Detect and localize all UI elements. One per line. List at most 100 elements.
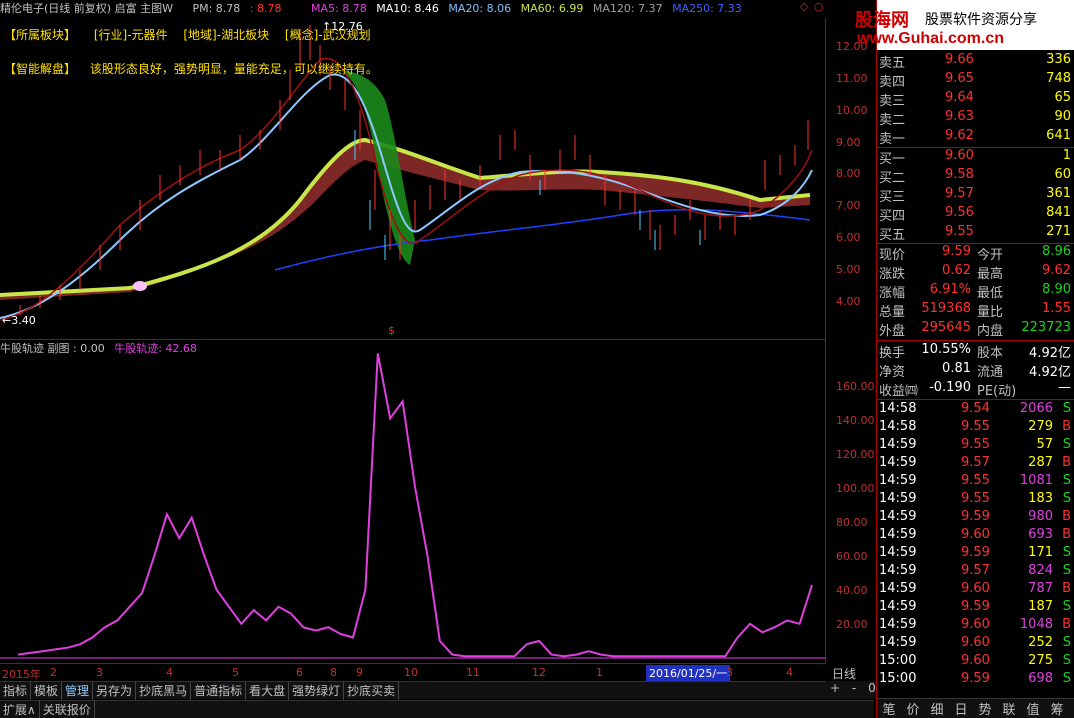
ma20-label: MA20: 8.06 [448, 2, 512, 15]
month-tick: 4 [166, 666, 173, 679]
stat-value: 519368 [921, 301, 971, 316]
signal-marker-icon [133, 281, 147, 291]
bid-price: 9.57 [945, 186, 974, 201]
stat-value: 0.62 [942, 263, 971, 278]
tick-row: 14:59 9.60 787 B [877, 581, 1074, 599]
tab-value[interactable]: 值 [1021, 699, 1045, 718]
tick-price: 9.57 [961, 563, 990, 578]
bid-row[interactable]: 买四 9.56 841 [877, 205, 1074, 224]
tick-price: 9.60 [961, 617, 990, 632]
tab-trend[interactable]: 势 [973, 699, 997, 718]
tab-template[interactable]: 模板 [31, 682, 63, 700]
ma60-label: MA60: 6.99 [520, 2, 584, 15]
bid-volume: 1 [1062, 148, 1071, 163]
tick-price: 9.60 [961, 653, 990, 668]
sector-label[interactable]: 【所属板块】 [4, 28, 76, 42]
bid-row[interactable]: 买二 9.58 60 [877, 167, 1074, 186]
ask-row[interactable]: 卖五 9.66 336 [877, 52, 1074, 71]
stat-label: 最高 [977, 267, 1004, 282]
tick-volume: 183 [1028, 491, 1053, 506]
stat-value: 1.55 [1042, 301, 1071, 316]
tick-row: 14:59 9.59 980 B [877, 509, 1074, 527]
sub-legend: 牛股轨迹 副图 : 0.00 牛股轨迹: 42.68 [0, 340, 197, 356]
bid-label: 买三 [879, 190, 906, 205]
stat-label: 换手 [879, 346, 906, 361]
svg-text:$: $ [388, 324, 395, 337]
tab-indicator[interactable]: 指标 [0, 682, 32, 700]
bid-volume: 841 [1046, 205, 1071, 220]
stat-label: 股本 [977, 346, 1004, 361]
tab-detail[interactable]: 细 [925, 699, 949, 718]
stat-row: 现价 9.59 今开 8.96 [877, 244, 1074, 263]
tab-price[interactable]: 价 [901, 699, 925, 718]
industry-label[interactable]: [行业]-元器件 [94, 28, 168, 42]
tick-side: S [1062, 671, 1071, 686]
tick-side: S [1062, 437, 1071, 452]
bid-price: 9.55 [945, 224, 974, 239]
ask-volume: 641 [1046, 128, 1071, 143]
month-tick: 10 [404, 666, 418, 679]
stat-value: 295645 [921, 320, 971, 335]
tick-volume: 824 [1028, 563, 1053, 578]
ask-row[interactable]: 卖四 9.65 748 [877, 71, 1074, 90]
ask-label: 卖一 [879, 132, 906, 147]
ask-row[interactable]: 卖三 9.64 65 [877, 90, 1074, 109]
related-quotes-button[interactable]: 关联报价 [40, 701, 95, 718]
tick-row: 14:59 9.60 1048 B [877, 617, 1074, 635]
month-tick: 6 [296, 666, 303, 679]
tick-time: 14:59 [879, 635, 917, 650]
stat-value: 10.55% [921, 342, 971, 357]
tab-trades[interactable]: 笔 [877, 699, 901, 718]
ask-row[interactable]: 卖一 9.62 641 [877, 128, 1074, 147]
sub-tick: 140.00 [836, 414, 875, 427]
main-price-chart[interactable]: $ 精伦电子(日线 前复权) 启富 主图W PM: 8.78 : 8.78 MA… [0, 0, 826, 340]
tick-time: 14:59 [879, 509, 917, 524]
tick-volume: 787 [1028, 581, 1053, 596]
expand-button[interactable]: 扩展∧ [0, 701, 40, 718]
tab-chips[interactable]: 筹 [1045, 699, 1069, 718]
tab-strong-light[interactable]: 强势绿灯 [289, 682, 345, 700]
period-label[interactable]: 日线 [832, 665, 856, 682]
zoom-reset-button[interactable]: 0 [868, 681, 876, 695]
tab-link[interactable]: 联 [997, 699, 1021, 718]
close-chart-icon[interactable]: ◇ [800, 0, 808, 13]
month-tick: 12 [532, 666, 546, 679]
price-tick: 4.00 [836, 295, 861, 308]
ask-row[interactable]: 卖二 9.63 90 [877, 109, 1074, 128]
tab-save-as[interactable]: 另存为 [93, 682, 137, 700]
ask-label: 卖三 [879, 94, 906, 109]
bid-volume: 271 [1046, 224, 1071, 239]
tab-day[interactable]: 日 [949, 699, 973, 718]
bid-row[interactable]: 买三 9.57 361 [877, 186, 1074, 205]
zoom-in-button[interactable]: + [830, 681, 840, 695]
sub-tick: 160.00 [836, 380, 875, 393]
region-label[interactable]: [地域]-湖北板块 [183, 28, 269, 42]
month-tick: 11 [466, 666, 480, 679]
bid-row[interactable]: 买一 9.60 1 [877, 148, 1074, 167]
sub-tick: 120.00 [836, 448, 875, 461]
bid-row[interactable]: 买五 9.55 271 [877, 224, 1074, 243]
tick-side: B [1062, 509, 1071, 524]
tick-row: 14:59 9.55 57 S [877, 437, 1074, 455]
tick-row: 14:59 9.60 693 B [877, 527, 1074, 545]
low-marker: ←3.40 [2, 314, 36, 327]
stat-label: 流通 [977, 365, 1004, 380]
logo-url: www.Guhai.com.cn [857, 30, 1004, 47]
tab-normal-indicator[interactable]: 普通指标 [191, 682, 247, 700]
tick-price: 9.59 [961, 671, 990, 686]
ask-volume: 90 [1054, 109, 1071, 124]
chart-options-icon[interactable]: ○ [814, 0, 824, 13]
ma10-label: MA10: 8.46 [376, 2, 439, 15]
tick-price: 9.59 [961, 599, 990, 614]
stat-value: 8.90 [1042, 282, 1071, 297]
tick-side: B [1062, 455, 1071, 470]
tab-market[interactable]: 看大盘 [246, 682, 290, 700]
tab-bottom-horse[interactable]: 抄底黑马 [136, 682, 192, 700]
sub-indicator-chart[interactable]: 牛股轨迹 副图 : 0.00 牛股轨迹: 42.68 [0, 340, 826, 663]
tick-side: S [1062, 653, 1071, 668]
stat-label: 净资 [879, 365, 906, 380]
zoom-out-button[interactable]: - [852, 681, 856, 695]
tab-manage[interactable]: 管理 [62, 682, 94, 700]
tick-volume: 275 [1028, 653, 1053, 668]
tab-bottom-trade[interactable]: 抄底买卖 [344, 682, 400, 700]
